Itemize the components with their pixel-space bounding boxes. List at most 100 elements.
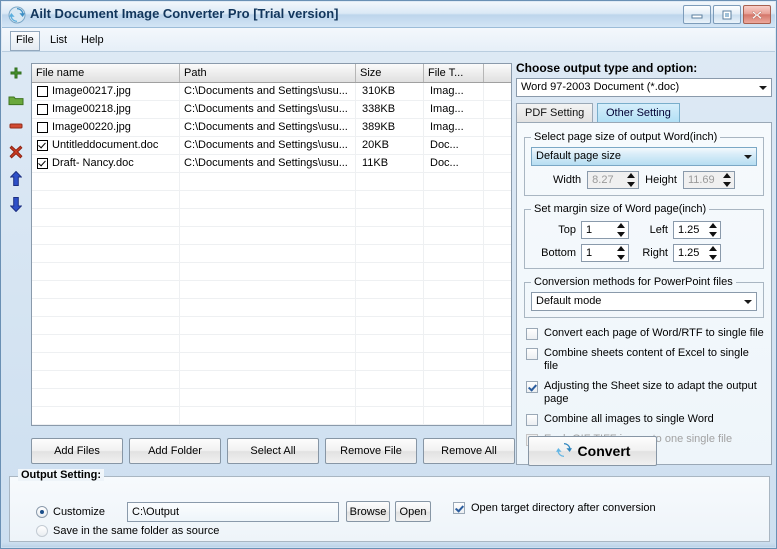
file-size-cell: 310KB (356, 83, 424, 100)
powerpoint-legend: Conversion methods for PowerPoint files (534, 276, 733, 288)
table-row-empty (32, 173, 511, 191)
add-folder-icon[interactable] (5, 87, 27, 113)
open-button[interactable]: Open (395, 501, 431, 522)
file-extra-cell (484, 119, 511, 136)
add-files-button[interactable]: Add Files (31, 438, 123, 464)
remove-file-button[interactable]: Remove File (325, 438, 417, 464)
output-path-input[interactable]: C:\Output (127, 501, 339, 522)
file-path-cell: C:\Documents and Settings\usu... (180, 155, 356, 172)
width-stepper[interactable]: 8.27 (587, 171, 640, 189)
left-margin-stepper[interactable]: 1.25 (673, 221, 721, 239)
menu-item-help[interactable]: Help (75, 31, 110, 49)
file-path-cell: C:\Documents and Settings\usu... (180, 101, 356, 118)
table-row[interactable]: Draft- Nancy.doc C:\Documents and Setting… (32, 155, 511, 173)
output-type-value: Word 97-2003 Document (*.doc) (521, 81, 680, 93)
move-up-icon[interactable] (5, 165, 27, 191)
move-down-icon[interactable] (5, 191, 27, 217)
width-stepper-arrows[interactable] (626, 173, 636, 187)
tab-pdf-setting[interactable]: PDF Setting (516, 103, 594, 122)
maximize-button[interactable] (713, 5, 741, 24)
table-row[interactable]: Untitleddocument.doc C:\Documents and Set… (32, 137, 511, 155)
output-type-combo[interactable]: Word 97-2003 Document (*.doc) (516, 78, 772, 97)
width-value: 8.27 (592, 174, 614, 186)
file-checkbox[interactable] (37, 158, 48, 169)
right-margin-value: 1.25 (678, 247, 700, 259)
menu-item-file[interactable]: File (10, 31, 40, 51)
bottom-margin-stepper[interactable]: 1 (581, 244, 629, 262)
top-margin-value: 1 (586, 224, 593, 236)
conversion-option-label: Combine sheets content of Excel to singl… (544, 347, 749, 372)
powerpoint-mode-value: Default mode (536, 295, 602, 307)
convert-button[interactable]: Convert (528, 436, 657, 466)
tab-other-setting[interactable]: Other Setting (597, 103, 680, 122)
file-checkbox[interactable] (37, 86, 48, 97)
height-stepper-arrows[interactable] (722, 173, 732, 187)
column-header-extra[interactable] (484, 64, 511, 82)
height-stepper[interactable]: 11.69 (682, 171, 735, 189)
add-file-icon[interactable] (5, 61, 27, 87)
table-row-empty (32, 425, 511, 426)
conversion-option-1[interactable]: Combine sheets content of Excel to singl… (526, 347, 764, 373)
table-row-empty (32, 281, 511, 299)
bottom-margin-arrows[interactable] (616, 246, 626, 260)
right-margin-stepper[interactable]: 1.25 (673, 244, 721, 262)
same-folder-radio[interactable] (36, 525, 48, 537)
width-label: Width (553, 174, 582, 186)
file-checkbox[interactable] (37, 122, 48, 133)
close-button[interactable] (743, 5, 771, 24)
conversion-option-checkbox[interactable] (526, 328, 538, 340)
file-size-cell: 389KB (356, 119, 424, 136)
left-margin-arrows[interactable] (708, 223, 718, 237)
add-folder-button[interactable]: Add Folder (129, 438, 221, 464)
select-all-button[interactable]: Select All (227, 438, 319, 464)
file-extra-cell (484, 101, 511, 118)
refresh-circular-arrows-icon (8, 6, 26, 24)
conversion-option-2[interactable]: Adjusting the Sheet size to adapt the ou… (526, 380, 764, 406)
menu-bar: File List Help (2, 28, 775, 52)
conversion-option-3[interactable]: Combine all images to single Word (526, 413, 764, 426)
remove-all-button[interactable]: Remove All (423, 438, 515, 464)
top-margin-stepper[interactable]: 1 (581, 221, 629, 239)
file-list[interactable]: File name Path Size File T... Image00217… (31, 63, 512, 426)
customize-radio[interactable] (36, 505, 48, 518)
remove-all-icon[interactable] (5, 139, 27, 165)
conversion-option-label: Adjusting the Sheet size to adapt the ou… (544, 380, 757, 405)
conversion-option-0[interactable]: Convert each page of Word/RTF to single … (526, 327, 764, 340)
page-size-combo[interactable]: Default page size (531, 147, 757, 166)
margin-legend: Set margin size of Word page(inch) (534, 203, 707, 215)
table-row[interactable]: Image00217.jpg C:\Documents and Settings\… (32, 83, 511, 101)
file-size-cell: 338KB (356, 101, 424, 118)
page-size-value: Default page size (536, 150, 621, 162)
page-size-group: Select page size of output Word(inch) De… (524, 131, 764, 196)
conversion-option-checkbox[interactable] (526, 348, 538, 360)
open-target-directory-checkbox[interactable] (453, 502, 465, 514)
table-row[interactable]: Image00220.jpg C:\Documents and Settings\… (32, 119, 511, 137)
conversion-option-checkbox[interactable] (526, 381, 538, 393)
browse-button[interactable]: Browse (346, 501, 390, 522)
column-header-file-type[interactable]: File T... (424, 64, 484, 82)
file-checkbox[interactable] (37, 140, 48, 151)
column-header-path[interactable]: Path (180, 64, 356, 82)
menu-item-list[interactable]: List (44, 31, 73, 49)
chevron-down-icon (744, 155, 752, 159)
powerpoint-mode-combo[interactable]: Default mode (531, 292, 757, 311)
right-margin-arrows[interactable] (708, 246, 718, 260)
file-path-cell: C:\Documents and Settings\usu... (180, 137, 356, 154)
table-row[interactable]: Image00218.jpg C:\Documents and Settings\… (32, 101, 511, 119)
minimize-button[interactable] (683, 5, 711, 24)
file-checkbox[interactable] (37, 104, 48, 115)
conversion-option-checkbox[interactable] (526, 414, 538, 426)
column-header-size[interactable]: Size (356, 64, 424, 82)
page-size-legend: Select page size of output Word(inch) (534, 131, 718, 143)
file-list-body: Image00217.jpg C:\Documents and Settings\… (32, 83, 511, 426)
top-margin-arrows[interactable] (616, 223, 626, 237)
column-header-file-name[interactable]: File name (32, 64, 180, 82)
file-type-cell: Doc... (424, 155, 484, 172)
remove-file-icon[interactable] (5, 113, 27, 139)
file-list-header: File name Path Size File T... (32, 64, 511, 83)
file-name-text: Draft- Nancy.doc (52, 157, 134, 169)
table-row-empty (32, 389, 511, 407)
table-row-empty (32, 245, 511, 263)
bottom-label: Bottom (541, 247, 576, 259)
margin-group: Set margin size of Word page(inch) Top 1… (524, 203, 764, 269)
